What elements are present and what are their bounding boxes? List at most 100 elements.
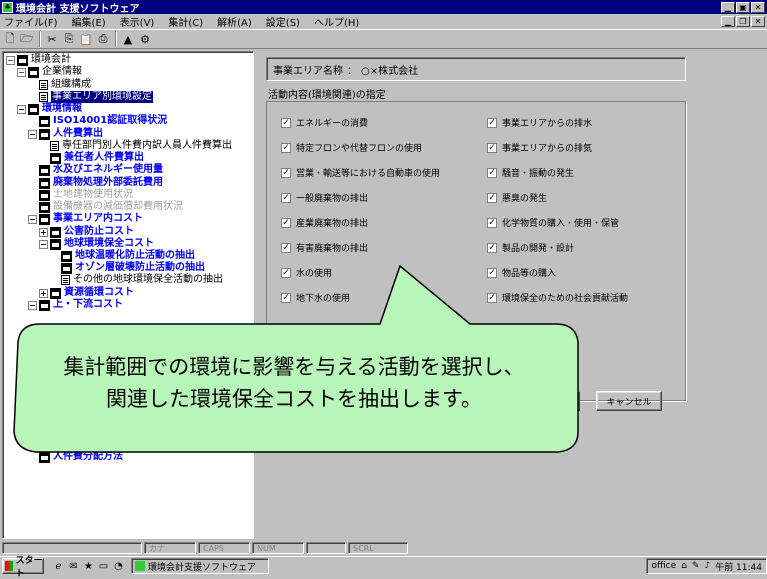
channels-icon[interactable]: ★	[82, 560, 95, 573]
tray-network-icon[interactable]: ⌂	[681, 561, 687, 571]
mdi-restore-button[interactable]: ❐	[736, 15, 750, 27]
menu-help[interactable]: ヘルプ(H)	[310, 14, 369, 29]
checkbox-checked-icon[interactable]: ✓	[487, 167, 497, 178]
tree-expander-icon[interactable]: +	[39, 227, 48, 237]
tree-node[interactable]: 専任部門別人件費内訳人員人件費算出	[39, 140, 232, 152]
activity-checkbox[interactable]: ✓ 事業エリアからの排気	[487, 141, 592, 154]
checkbox-checked-icon[interactable]: ✓	[487, 142, 497, 153]
checkbox-label: 地下水の使用	[296, 294, 351, 304]
ie-icon[interactable]: ℯ	[52, 560, 65, 573]
tree-node[interactable]: 組織構成	[28, 79, 91, 91]
activity-checkbox[interactable]: ✓ 化学物質の購入・使用・保管	[487, 216, 619, 229]
checkbox-checked-icon[interactable]: ✓	[487, 192, 497, 203]
tree-node[interactable]: − 事業エリア内コスト	[28, 213, 143, 225]
checkbox-checked-icon[interactable]: ✓	[281, 192, 291, 203]
tree-node-label: 人件費分配方法	[53, 451, 123, 462]
menu-file[interactable]: ファイル(F)	[0, 14, 68, 29]
tree-expander-icon[interactable]: −	[28, 129, 37, 139]
checkbox-checked-icon[interactable]: ✓	[487, 267, 497, 278]
media-icon[interactable]: ◔	[112, 560, 125, 573]
activity-checkbox[interactable]: ✓ 地下水の使用	[281, 291, 350, 304]
menu-edit[interactable]: 編集(E)	[68, 14, 116, 29]
tree-node[interactable]: 兼任者人件費算出	[39, 152, 144, 164]
activity-checkbox[interactable]: ✓ 一般廃棄物の排出	[281, 191, 368, 204]
tree-expander-icon[interactable]: −	[17, 67, 26, 77]
tree-node[interactable]: − 人件費算出	[28, 128, 103, 140]
tree-node[interactable]: − 地球環境保全コスト	[39, 238, 154, 250]
copy-icon[interactable]: ⎘	[61, 31, 77, 47]
checkbox-checked-icon[interactable]: ✓	[487, 292, 497, 303]
tree-expander-icon[interactable]: −	[28, 300, 37, 310]
open-icon[interactable]: 🗁	[19, 31, 35, 47]
activity-checkbox[interactable]: ✓ 悪臭の発生	[487, 191, 547, 204]
paste-icon[interactable]: 📋	[78, 31, 94, 47]
menu-settings[interactable]: 設定(S)	[262, 14, 310, 29]
tree-node[interactable]: − 企業情報	[17, 66, 82, 78]
help-icon[interactable]: ⚙	[137, 31, 153, 47]
desktop-icon[interactable]: ▭	[97, 560, 110, 573]
tree-node[interactable]: その他の地球環境保全活動の抽出	[50, 274, 223, 286]
tree-node-label: 環境会計	[31, 54, 71, 65]
tree-node[interactable]: 地球温暖化防止活動の抽出	[50, 250, 195, 262]
minimize-button[interactable]: ▁	[721, 1, 735, 13]
tree-expander-icon[interactable]: −	[6, 55, 15, 65]
cut-icon[interactable]: ✂	[44, 31, 60, 47]
activity-checkbox[interactable]: ✓ 営業・輸送等における自動車の使用	[281, 166, 440, 179]
tray-ime-icon[interactable]: ✎	[692, 561, 700, 571]
tray-volume-icon[interactable]: ♪	[704, 561, 710, 571]
tree-expander-icon[interactable]: −	[28, 214, 37, 224]
tree-node[interactable]: 設備機器の減価償却費用状況	[28, 201, 183, 213]
activity-checkbox[interactable]: ✓ 特定フロンや代替フロンの使用	[281, 141, 422, 154]
checkbox-checked-icon[interactable]: ✓	[281, 117, 291, 128]
checkbox-checked-icon[interactable]: ✓	[281, 217, 291, 228]
activity-checkbox[interactable]: ✓ 水の使用	[281, 266, 332, 279]
tree-node[interactable]: + 資源循環コスト	[39, 287, 134, 299]
activity-checkbox[interactable]: ✓ 産業廃棄物の排出	[281, 216, 368, 229]
mdi-close-button[interactable]: ✕	[751, 15, 765, 27]
maximize-button[interactable]: ▣	[736, 1, 750, 13]
tree-node[interactable]: 事業エリア別環境設定	[28, 91, 153, 103]
checkbox-checked-icon[interactable]: ✓	[487, 217, 497, 228]
tree-node[interactable]: 水及びエネルギー使用量	[28, 164, 163, 176]
checkbox-checked-icon[interactable]: ✓	[281, 167, 291, 178]
checkbox-checked-icon[interactable]: ✓	[281, 142, 291, 153]
run-icon[interactable]: ▲	[120, 31, 136, 47]
tree-expander-icon[interactable]: +	[39, 288, 48, 298]
close-button[interactable]: ✕	[751, 1, 765, 13]
new-icon[interactable]: 🗋	[2, 31, 18, 47]
mdi-minimize-button[interactable]: ▁	[721, 15, 735, 27]
menu-view[interactable]: 表示(V)	[116, 14, 165, 29]
tree-node[interactable]: 土地建物使用状況	[28, 189, 133, 201]
print-icon[interactable]: ⎙	[95, 31, 111, 47]
tree-node[interactable]: + 公害防止コスト	[39, 226, 134, 238]
activity-checkbox[interactable]: ✓ 環境保全のための社会貢献活動	[487, 291, 628, 304]
tree-node[interactable]: − 上・下流コスト	[28, 299, 123, 311]
checkbox-checked-icon[interactable]: ✓	[487, 242, 497, 253]
activity-checkbox[interactable]: ✓ 騒音・振動の発生	[487, 166, 574, 179]
checkbox-checked-icon[interactable]: ✓	[487, 117, 497, 128]
activity-checkbox[interactable]: ✓ 製品の開発・設計	[487, 241, 574, 254]
cancel-button[interactable]: キャンセル	[596, 391, 662, 411]
menu-calc[interactable]: 集計(C)	[164, 14, 213, 29]
navigation-tree[interactable]: − 環境会計 − 企業情報 組織構成 事業エリア別環境設定 − 環境情報 ISO14001認証取…	[2, 51, 254, 539]
checkbox-checked-icon[interactable]: ✓	[281, 242, 291, 253]
checkbox-checked-icon[interactable]: ✓	[281, 292, 291, 303]
taskbar-app-button[interactable]: 環境会計支援ソフトウェア	[131, 558, 269, 574]
activity-checkbox[interactable]: ✓ 物品等の購入	[487, 266, 556, 279]
activity-checkbox[interactable]: ✓ エネルギーの消費	[281, 116, 368, 129]
tree-node[interactable]: − 環境会計	[6, 54, 71, 66]
tree-expander-icon[interactable]: −	[17, 104, 26, 114]
tree-node[interactable]: − 環境情報	[17, 103, 82, 115]
activity-checkbox[interactable]: ✓ 事業エリアからの排水	[487, 116, 592, 129]
tree-node[interactable]: ISO14001認証取得状況	[28, 115, 167, 127]
start-button[interactable]: スタート	[2, 556, 44, 579]
tree-node[interactable]: 人件費分配方法	[28, 451, 123, 463]
tree-node[interactable]: オゾン層破壊防止活動の抽出	[50, 262, 205, 274]
office-label[interactable]: office	[651, 561, 676, 571]
activity-checkbox[interactable]: ✓ 有害廃棄物の排出	[281, 241, 368, 254]
tree-expander-icon[interactable]: −	[39, 239, 48, 249]
checkbox-checked-icon[interactable]: ✓	[281, 267, 291, 278]
tree-node[interactable]: 廃棄物処理外部委託費用	[28, 177, 163, 189]
menu-analyze[interactable]: 解析(A)	[213, 14, 262, 29]
outlook-icon[interactable]: ✉	[67, 560, 80, 573]
